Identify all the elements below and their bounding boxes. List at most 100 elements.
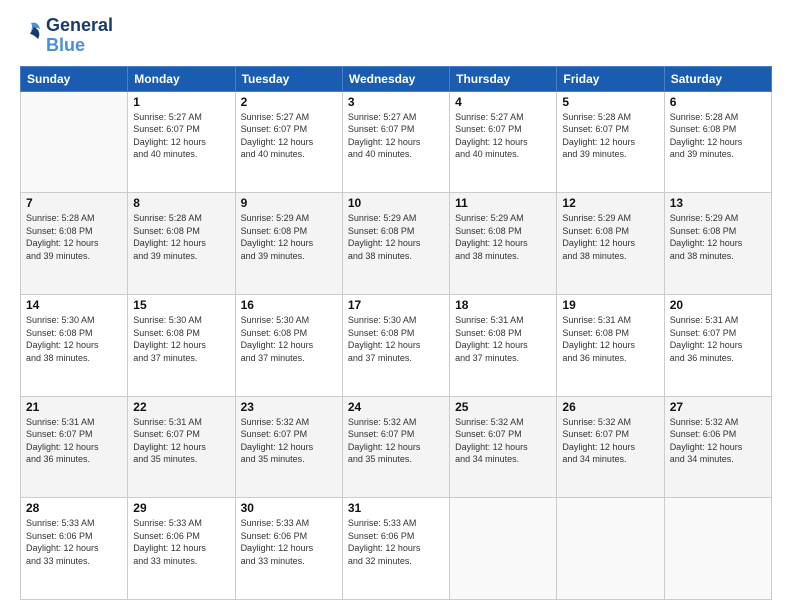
day-number: 22 bbox=[133, 400, 229, 414]
day-number: 9 bbox=[241, 196, 337, 210]
page: General Blue SundayMondayTuesdayWednesda… bbox=[0, 0, 792, 612]
col-header-wednesday: Wednesday bbox=[342, 66, 449, 91]
col-header-thursday: Thursday bbox=[450, 66, 557, 91]
day-info: Sunrise: 5:27 AM Sunset: 6:07 PM Dayligh… bbox=[241, 111, 337, 161]
day-info: Sunrise: 5:33 AM Sunset: 6:06 PM Dayligh… bbox=[348, 517, 444, 567]
day-number: 19 bbox=[562, 298, 658, 312]
day-number: 24 bbox=[348, 400, 444, 414]
day-info: Sunrise: 5:31 AM Sunset: 6:08 PM Dayligh… bbox=[455, 314, 551, 364]
day-info: Sunrise: 5:29 AM Sunset: 6:08 PM Dayligh… bbox=[670, 212, 766, 262]
calendar-cell bbox=[21, 91, 128, 193]
calendar-cell: 8Sunrise: 5:28 AM Sunset: 6:08 PM Daylig… bbox=[128, 193, 235, 295]
calendar-cell: 31 Sunrise: 5:33 AM Sunset: 6:06 PM Dayli… bbox=[342, 498, 449, 600]
day-info: Sunrise: 5:29 AM Sunset: 6:08 PM Dayligh… bbox=[241, 212, 337, 262]
day-info: Sunrise: 5:31 AM Sunset: 6:07 PM Dayligh… bbox=[670, 314, 766, 364]
logo-line1: General bbox=[46, 16, 113, 36]
day-info: Sunrise: 5:29 AM Sunset: 6:08 PM Dayligh… bbox=[348, 212, 444, 262]
day-info: Sunrise: 5:30 AM Sunset: 6:08 PM Dayligh… bbox=[241, 314, 337, 364]
calendar-cell: 17 Sunrise: 5:30 AM Sunset: 6:08 PM Dayli… bbox=[342, 294, 449, 396]
calendar-cell: 16 Sunrise: 5:30 AM Sunset: 6:08 PM Dayli… bbox=[235, 294, 342, 396]
day-number: 14 bbox=[26, 298, 122, 312]
day-number: 3 bbox=[348, 95, 444, 109]
day-info: Sunrise: 5:31 AM Sunset: 6:07 PM Dayligh… bbox=[133, 416, 229, 466]
calendar-cell: 14 Sunrise: 5:30 AM Sunset: 6:08 PM Dayli… bbox=[21, 294, 128, 396]
calendar-cell: 1 Sunrise: 5:27 AM Sunset: 6:07 PM Daylig… bbox=[128, 91, 235, 193]
logo-bird-icon bbox=[20, 21, 42, 51]
day-number: 20 bbox=[670, 298, 766, 312]
calendar-cell: 30 Sunrise: 5:33 AM Sunset: 6:06 PM Dayli… bbox=[235, 498, 342, 600]
day-info: Sunrise: 5:29 AM Sunset: 6:08 PM Dayligh… bbox=[455, 212, 551, 262]
day-info: Sunrise: 5:33 AM Sunset: 6:06 PM Dayligh… bbox=[133, 517, 229, 567]
calendar-cell: 21 Sunrise: 5:31 AM Sunset: 6:07 PM Dayli… bbox=[21, 396, 128, 498]
col-header-tuesday: Tuesday bbox=[235, 66, 342, 91]
day-number: 7 bbox=[26, 196, 122, 210]
day-info: Sunrise: 5:29 AM Sunset: 6:08 PM Dayligh… bbox=[562, 212, 658, 262]
calendar-cell: 20 Sunrise: 5:31 AM Sunset: 6:07 PM Dayli… bbox=[664, 294, 771, 396]
day-info: Sunrise: 5:28 AM Sunset: 6:08 PM Dayligh… bbox=[670, 111, 766, 161]
calendar-table: SundayMondayTuesdayWednesdayThursdayFrid… bbox=[20, 66, 772, 600]
day-info: Sunrise: 5:33 AM Sunset: 6:06 PM Dayligh… bbox=[241, 517, 337, 567]
calendar-cell: 13 Sunrise: 5:29 AM Sunset: 6:08 PM Dayli… bbox=[664, 193, 771, 295]
day-number: 26 bbox=[562, 400, 658, 414]
day-info: Sunrise: 5:32 AM Sunset: 6:07 PM Dayligh… bbox=[455, 416, 551, 466]
day-number: 30 bbox=[241, 501, 337, 515]
calendar-cell: 26Sunrise: 5:32 AM Sunset: 6:07 PM Dayli… bbox=[557, 396, 664, 498]
week-row-4: 28Sunrise: 5:33 AM Sunset: 6:06 PM Dayli… bbox=[21, 498, 772, 600]
calendar-cell: 6 Sunrise: 5:28 AM Sunset: 6:08 PM Daylig… bbox=[664, 91, 771, 193]
day-info: Sunrise: 5:27 AM Sunset: 6:07 PM Dayligh… bbox=[455, 111, 551, 161]
calendar-cell bbox=[664, 498, 771, 600]
day-number: 21 bbox=[26, 400, 122, 414]
day-number: 5 bbox=[562, 95, 658, 109]
day-info: Sunrise: 5:31 AM Sunset: 6:07 PM Dayligh… bbox=[26, 416, 122, 466]
calendar-cell: 19Sunrise: 5:31 AM Sunset: 6:08 PM Dayli… bbox=[557, 294, 664, 396]
day-number: 2 bbox=[241, 95, 337, 109]
day-number: 27 bbox=[670, 400, 766, 414]
calendar-cell: 9 Sunrise: 5:29 AM Sunset: 6:08 PM Daylig… bbox=[235, 193, 342, 295]
day-number: 6 bbox=[670, 95, 766, 109]
calendar-cell: 12 Sunrise: 5:29 AM Sunset: 6:08 PM Dayli… bbox=[557, 193, 664, 295]
day-info: Sunrise: 5:27 AM Sunset: 6:07 PM Dayligh… bbox=[133, 111, 229, 161]
day-number: 29 bbox=[133, 501, 229, 515]
day-number: 8 bbox=[133, 196, 229, 210]
day-number: 25 bbox=[455, 400, 551, 414]
day-number: 17 bbox=[348, 298, 444, 312]
day-number: 1 bbox=[133, 95, 229, 109]
calendar-cell: 22 Sunrise: 5:31 AM Sunset: 6:07 PM Dayli… bbox=[128, 396, 235, 498]
calendar-cell: 24 Sunrise: 5:32 AM Sunset: 6:07 PM Dayli… bbox=[342, 396, 449, 498]
day-number: 15 bbox=[133, 298, 229, 312]
day-number: 4 bbox=[455, 95, 551, 109]
day-info: Sunrise: 5:32 AM Sunset: 6:07 PM Dayligh… bbox=[348, 416, 444, 466]
week-row-3: 21 Sunrise: 5:31 AM Sunset: 6:07 PM Dayli… bbox=[21, 396, 772, 498]
day-info: Sunrise: 5:30 AM Sunset: 6:08 PM Dayligh… bbox=[26, 314, 122, 364]
day-info: Sunrise: 5:28 AM Sunset: 6:08 PM Dayligh… bbox=[26, 212, 122, 262]
calendar-cell: 27 Sunrise: 5:32 AM Sunset: 6:06 PM Dayli… bbox=[664, 396, 771, 498]
day-number: 12 bbox=[562, 196, 658, 210]
calendar-cell: 4 Sunrise: 5:27 AM Sunset: 6:07 PM Daylig… bbox=[450, 91, 557, 193]
calendar-cell: 10Sunrise: 5:29 AM Sunset: 6:08 PM Dayli… bbox=[342, 193, 449, 295]
header-row: SundayMondayTuesdayWednesdayThursdayFrid… bbox=[21, 66, 772, 91]
day-info: Sunrise: 5:28 AM Sunset: 6:07 PM Dayligh… bbox=[562, 111, 658, 161]
calendar-cell: 29 Sunrise: 5:33 AM Sunset: 6:06 PM Dayli… bbox=[128, 498, 235, 600]
calendar-cell: 3 Sunrise: 5:27 AM Sunset: 6:07 PM Daylig… bbox=[342, 91, 449, 193]
col-header-friday: Friday bbox=[557, 66, 664, 91]
day-number: 11 bbox=[455, 196, 551, 210]
day-info: Sunrise: 5:32 AM Sunset: 6:06 PM Dayligh… bbox=[670, 416, 766, 466]
calendar-cell bbox=[450, 498, 557, 600]
calendar-cell: 28Sunrise: 5:33 AM Sunset: 6:06 PM Dayli… bbox=[21, 498, 128, 600]
week-row-0: 1 Sunrise: 5:27 AM Sunset: 6:07 PM Daylig… bbox=[21, 91, 772, 193]
week-row-1: 7 Sunrise: 5:28 AM Sunset: 6:08 PM Daylig… bbox=[21, 193, 772, 295]
header: General Blue bbox=[20, 16, 772, 56]
day-info: Sunrise: 5:27 AM Sunset: 6:07 PM Dayligh… bbox=[348, 111, 444, 161]
logo: General Blue bbox=[20, 16, 113, 56]
day-number: 16 bbox=[241, 298, 337, 312]
col-header-sunday: Sunday bbox=[21, 66, 128, 91]
day-number: 13 bbox=[670, 196, 766, 210]
logo-line2: Blue bbox=[46, 36, 113, 56]
calendar-cell: 7 Sunrise: 5:28 AM Sunset: 6:08 PM Daylig… bbox=[21, 193, 128, 295]
col-header-monday: Monday bbox=[128, 66, 235, 91]
day-info: Sunrise: 5:32 AM Sunset: 6:07 PM Dayligh… bbox=[241, 416, 337, 466]
calendar-cell: 2 Sunrise: 5:27 AM Sunset: 6:07 PM Daylig… bbox=[235, 91, 342, 193]
calendar-cell: 18Sunrise: 5:31 AM Sunset: 6:08 PM Dayli… bbox=[450, 294, 557, 396]
day-info: Sunrise: 5:30 AM Sunset: 6:08 PM Dayligh… bbox=[348, 314, 444, 364]
day-number: 31 bbox=[348, 501, 444, 515]
